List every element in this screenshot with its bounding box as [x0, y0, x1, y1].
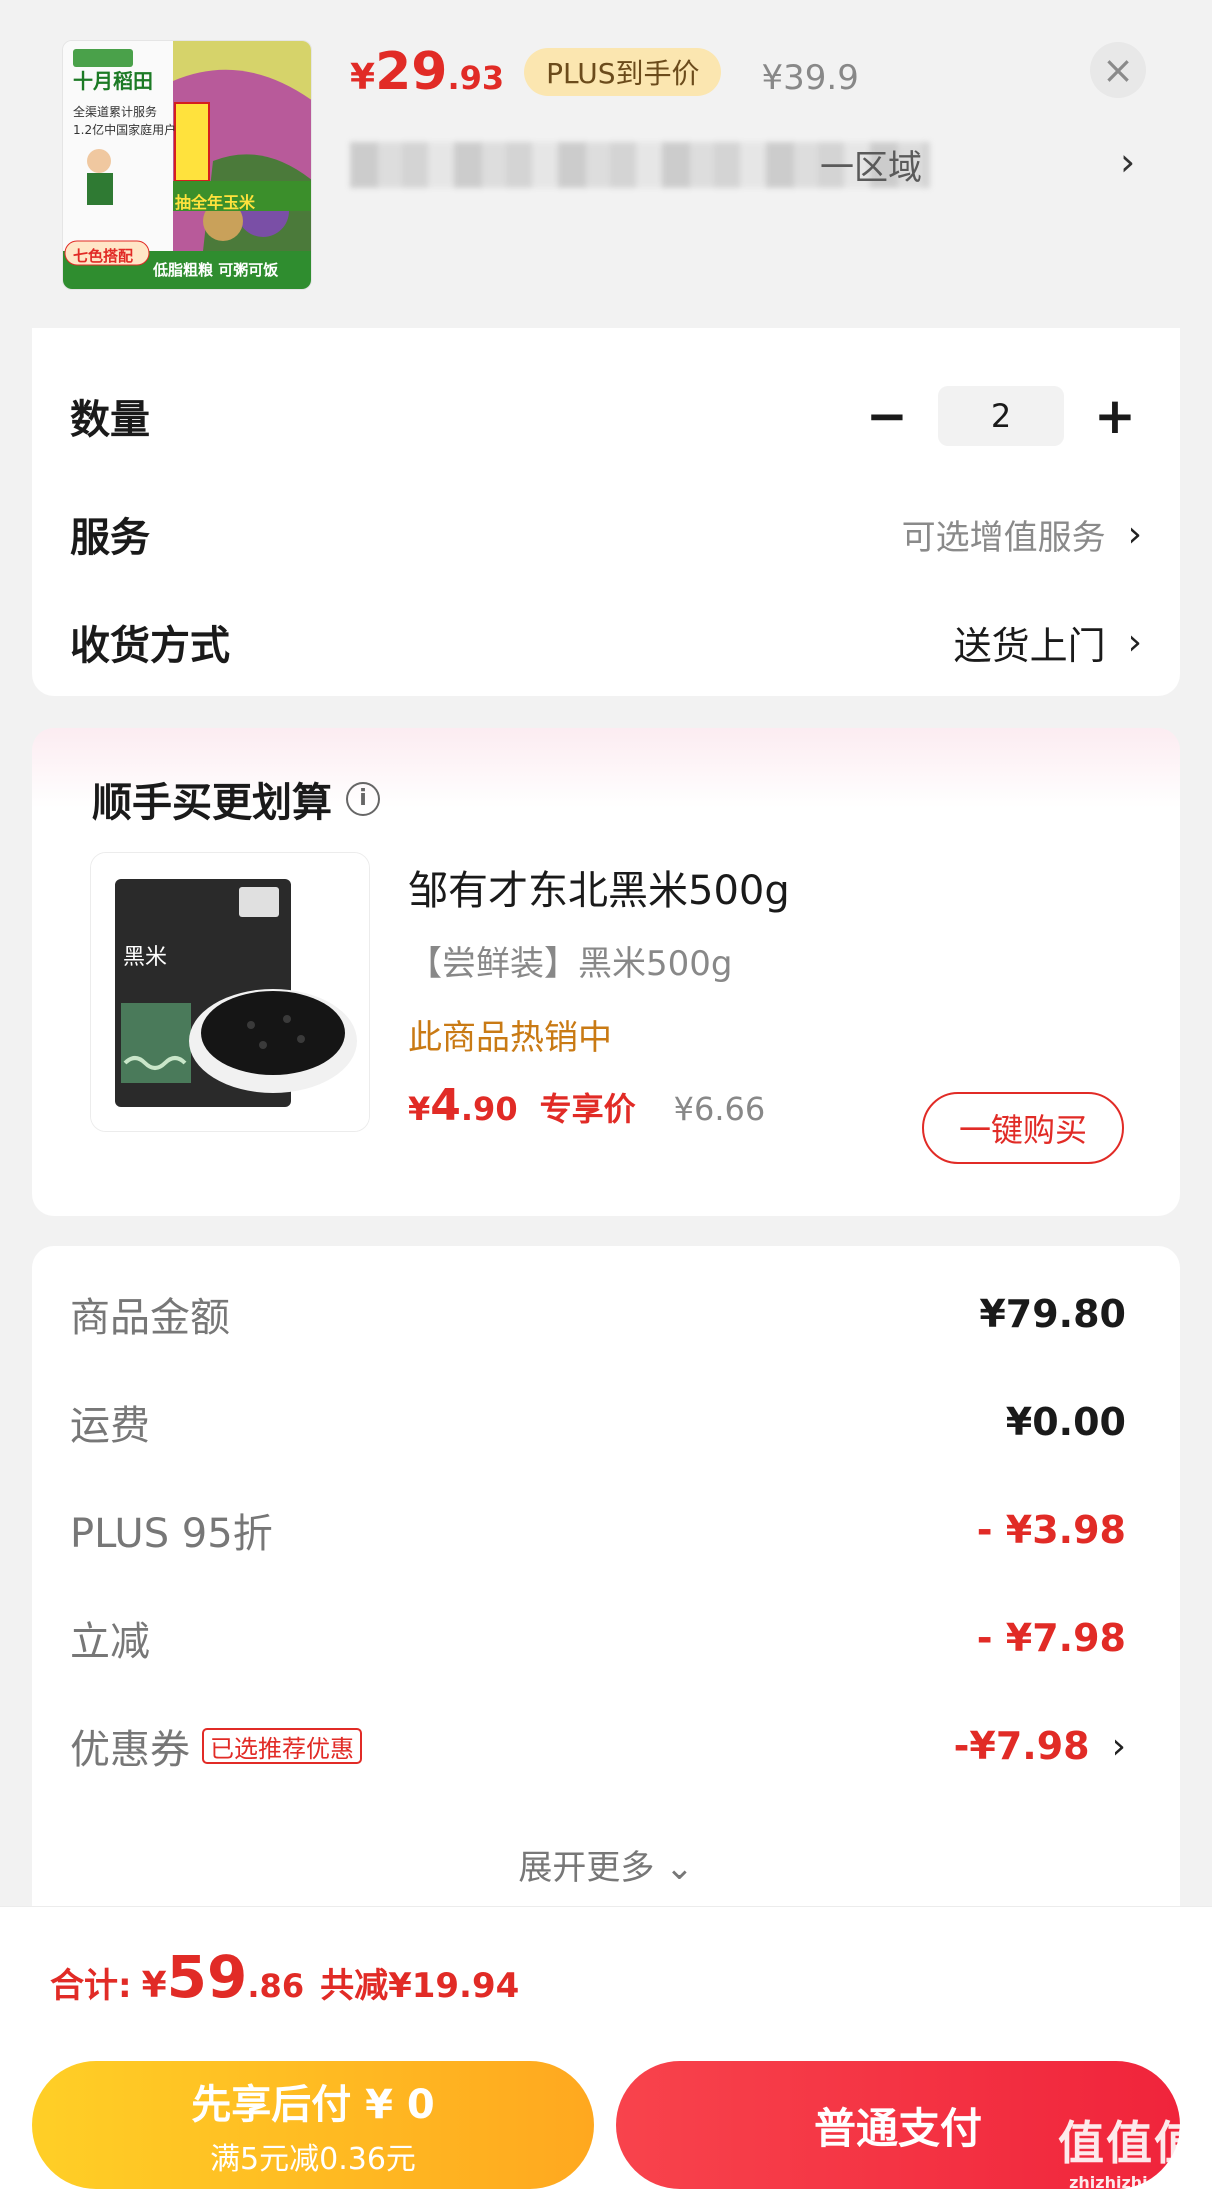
address-suffix: 一区域 — [820, 148, 922, 188]
recommend-price: ¥4.90 — [408, 1080, 518, 1131]
price-integer: 29 — [375, 42, 448, 102]
summary-value: -¥7.98 — [953, 1724, 1090, 1768]
watermark-sub: zhizhizhi.com — [1069, 2173, 1191, 2192]
service-value-group: 可选增值服务 › — [902, 510, 1142, 559]
summary-value: - ¥3.98 — [976, 1508, 1126, 1552]
pay-later-subtitle: 满5元减0.36元 — [210, 2142, 416, 2177]
plus-price-badge: PLUS到手价 — [524, 48, 722, 96]
package-label: 黑米 — [123, 945, 168, 970]
thumb-tag-bottom: 低脂粗粮 可粥可饭 — [153, 261, 279, 279]
thumb-line1-text: 全渠道累计服务 — [73, 105, 158, 119]
summary-label: 优惠券 — [70, 1727, 190, 1773]
coupon-row[interactable]: 优惠券 已选推荐优惠 -¥7.98 › — [70, 1714, 1126, 1778]
summary-label: 商品金额 — [70, 1295, 230, 1341]
delivery-label: 收货方式 — [70, 623, 230, 669]
chevron-right-icon: › — [1127, 621, 1142, 663]
thumb-tag-left: 七色搭配 — [73, 247, 134, 265]
one-click-buy-button[interactable]: 一键购买 — [922, 1092, 1124, 1164]
thumb-brand-text: 十月稻田 — [73, 69, 153, 93]
thumb-promo-text: 抽全年玉米 — [175, 193, 256, 212]
recommend-item-status: 此商品热销中 — [408, 1018, 612, 1058]
summary-row: 商品金额 ¥79.80 — [70, 1282, 1126, 1346]
recommend-item-image[interactable]: 黑米 — [90, 852, 370, 1132]
summary-card: 商品金额 ¥79.80 运费 ¥0.00 PLUS 95折 - ¥3.98 立减… — [32, 1246, 1180, 1906]
quantity-label: 数量 — [70, 397, 150, 443]
total-currency: ¥ — [141, 1965, 167, 2006]
recommend-original-price: ¥6.66 — [673, 1090, 766, 1128]
watermark-main: 值值值 — [1058, 2116, 1202, 2170]
summary-row: 立减 - ¥7.98 — [70, 1606, 1126, 1670]
total-saved: 共减¥19.94 — [320, 1966, 520, 2006]
recommend-card: 顺手买更划算 i 黑米 邹有才东北黑米500g 【尝鲜装】黑米500g 此商品热… — [32, 728, 1180, 1216]
product-header: 十月稻田 全渠道累计服务 1.2亿中国家庭用户 抽全年玉米 七色搭配 低脂粗粮 … — [0, 0, 1212, 320]
chevron-right-icon: › — [1111, 1725, 1126, 1767]
total-label: 合计: — [50, 1966, 132, 2006]
summary-label: 运费 — [70, 1403, 150, 1449]
total-integer: 59 — [166, 1943, 248, 2011]
service-label: 服务 — [70, 515, 150, 561]
original-price: ¥39.9 — [761, 58, 859, 98]
close-button[interactable]: × — [1090, 42, 1146, 98]
product-price-row: ¥29.93 PLUS到手价 ¥39.9 — [350, 42, 859, 102]
chevron-right-icon: › — [1127, 513, 1142, 555]
increment-button[interactable]: + — [1088, 389, 1142, 443]
recommend-price-integer: 4 — [430, 1080, 461, 1131]
delivery-row[interactable]: 收货方式 送货上门 › — [70, 612, 1142, 672]
address-row[interactable]: 一区域 › — [350, 130, 1150, 200]
quantity-row: 数量 − 2 + — [70, 386, 1142, 446]
pay-later-button[interactable]: 先享后付 ¥ 0 满5元减0.36元 — [32, 2061, 594, 2189]
recommend-price-currency: ¥ — [408, 1090, 431, 1128]
expand-more-button[interactable]: 展开更多 ⌄ — [32, 1840, 1180, 1889]
info-icon[interactable]: i — [346, 782, 380, 816]
summary-value: - ¥7.98 — [976, 1616, 1126, 1660]
summary-label: PLUS 95折 — [70, 1511, 273, 1557]
price-currency: ¥ — [350, 57, 376, 98]
recommend-price-tag: 专享价 — [539, 1090, 636, 1128]
coupon-selected-badge: 已选推荐优惠 — [202, 1728, 362, 1764]
total-decimal: .86 — [247, 1967, 305, 2005]
thumb-line2-text: 1.2亿中国家庭用户 — [73, 123, 177, 137]
summary-value: ¥0.00 — [1005, 1400, 1126, 1444]
total-row: 合计: ¥ 59 .86 共减¥19.94 — [50, 1943, 519, 2011]
service-value: 可选增值服务 — [901, 517, 1106, 558]
quantity-input[interactable]: 2 — [938, 386, 1064, 446]
price-decimal: .93 — [447, 59, 505, 97]
summary-row: 运费 ¥0.00 — [70, 1390, 1126, 1454]
summary-label: 立减 — [70, 1619, 150, 1665]
decrement-button[interactable]: − — [860, 389, 914, 443]
summary-value: ¥79.80 — [979, 1292, 1126, 1336]
quantity-stepper: − 2 + — [860, 386, 1142, 446]
product-price: ¥29.93 — [350, 42, 504, 102]
recommend-item-name[interactable]: 邹有才东北黑米500g — [408, 858, 790, 916]
pay-later-title: 先享后付 ¥ 0 — [191, 2082, 435, 2128]
recommend-item-spec: 【尝鲜装】黑米500g — [408, 944, 733, 984]
checkout-footer: 合计: ¥ 59 .86 共减¥19.94 先享后付 ¥ 0 满5元减0.36元… — [0, 1906, 1212, 2200]
service-row[interactable]: 服务 可选增值服务 › — [70, 504, 1142, 564]
checkout-page: 十月稻田 全渠道累计服务 1.2亿中国家庭用户 抽全年玉米 七色搭配 低脂粗粮 … — [0, 0, 1212, 2200]
options-card: 数量 − 2 + 服务 可选增值服务 › 收货方式 送货上门 › — [32, 328, 1180, 696]
delivery-value-group: 送货上门 › — [954, 615, 1142, 670]
delivery-value: 送货上门 — [953, 623, 1106, 668]
product-thumbnail: 十月稻田 全渠道累计服务 1.2亿中国家庭用户 抽全年玉米 七色搭配 低脂粗粮 … — [62, 40, 312, 290]
recommend-title: 顺手买更划算 — [92, 780, 332, 826]
chevron-right-icon: › — [1120, 140, 1136, 184]
close-icon: × — [1102, 48, 1134, 92]
recommend-price-row: ¥4.90 专享价 ¥6.66 — [408, 1080, 765, 1131]
recommend-price-decimal: .90 — [460, 1090, 518, 1128]
recommend-title-group: 顺手买更划算 i — [92, 770, 380, 828]
watermark-logo: 值值值 zhizhizhi.com — [1058, 2107, 1202, 2192]
summary-row: PLUS 95折 - ¥3.98 — [70, 1498, 1126, 1562]
